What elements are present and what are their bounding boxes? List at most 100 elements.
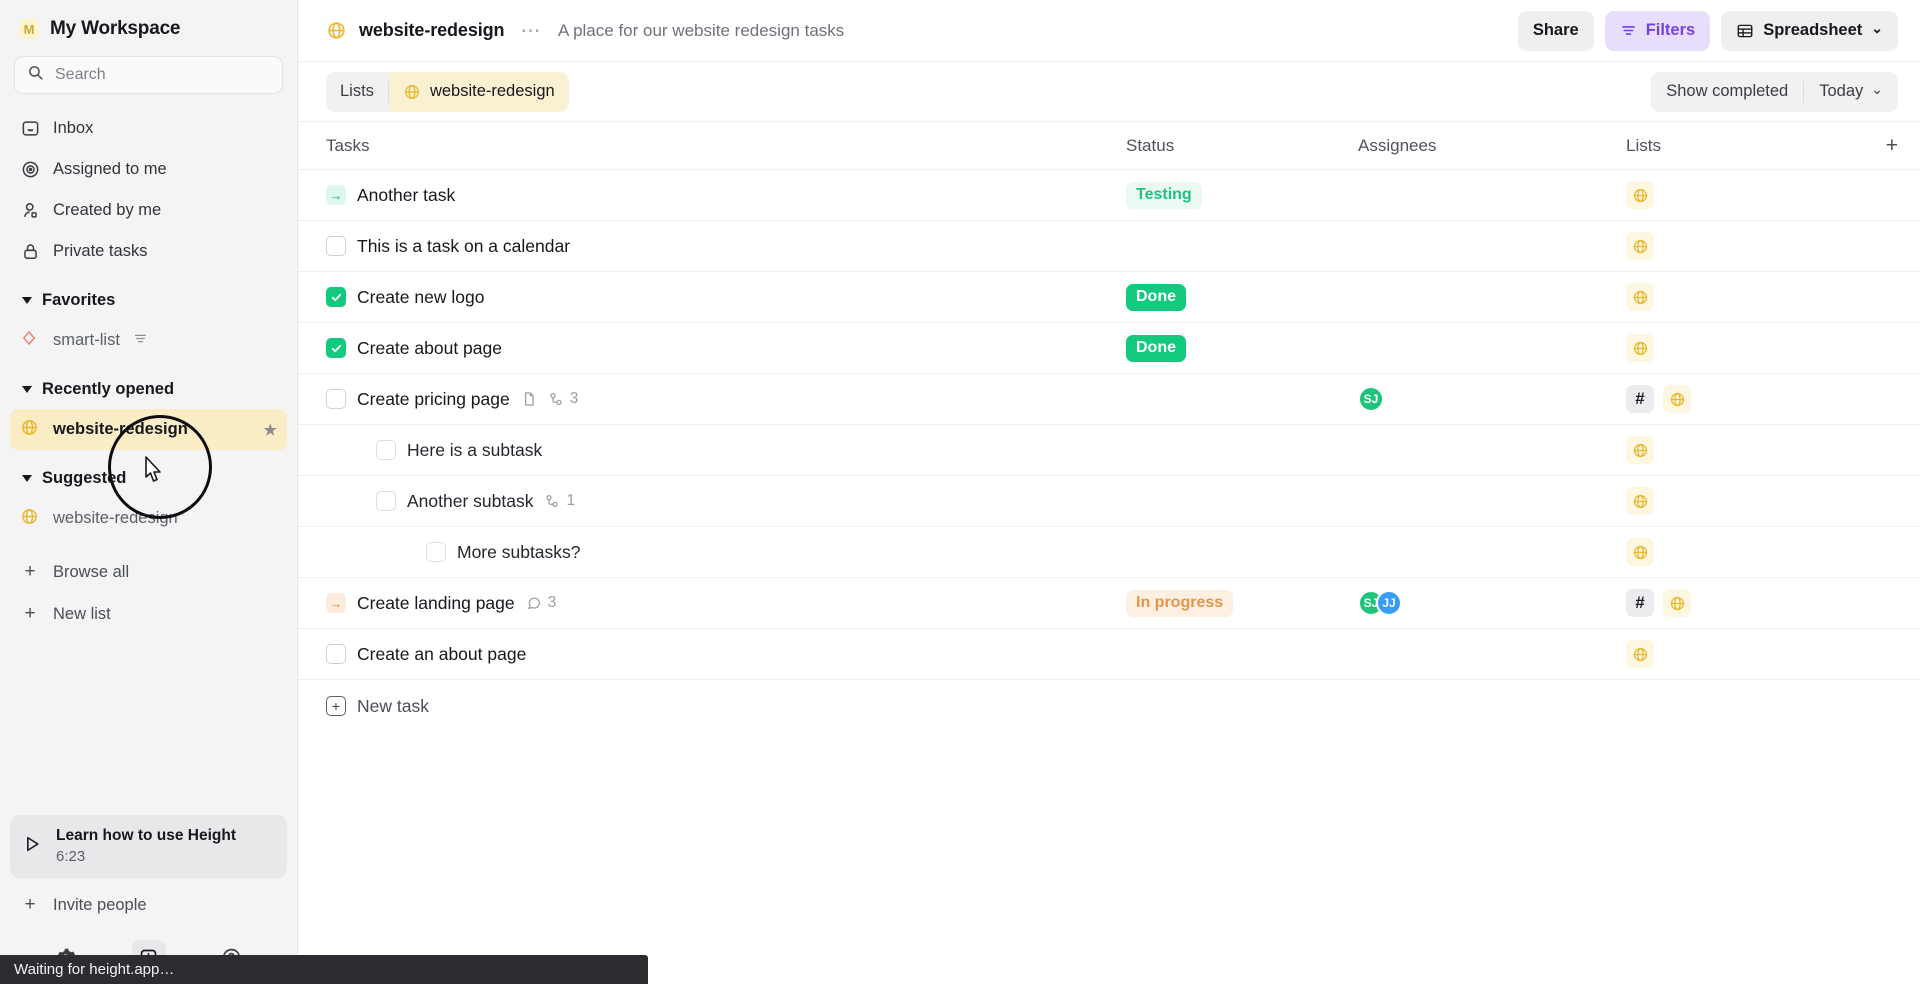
browse-all-button[interactable]: + Browse all (10, 551, 287, 593)
globe-icon[interactable] (1626, 538, 1654, 566)
subtask-count[interactable]: 3 (548, 390, 579, 408)
task-checkbox[interactable] (326, 644, 346, 664)
avatar[interactable]: JJ (1376, 590, 1402, 616)
task-checkbox[interactable] (326, 236, 346, 256)
table-row[interactable]: Create new logo Done (298, 272, 1920, 323)
filter-icon (133, 331, 148, 351)
sidebar-item-label: smart-list (53, 331, 120, 350)
lists-cell[interactable] (1626, 487, 1858, 515)
sidebar-item-website-redesign-recent[interactable]: website-redesign ★ (10, 409, 287, 450)
browse-all-label: Browse all (53, 563, 129, 582)
table-row[interactable]: Here is a subtask (298, 425, 1920, 476)
new-task-button[interactable]: + New task (298, 680, 1920, 732)
section-suggested[interactable]: Suggested (10, 458, 287, 498)
subtask-count-label: 3 (570, 390, 579, 408)
avatar-group[interactable]: SJ (1358, 386, 1384, 412)
sidebar-item-assigned-to-me[interactable]: Assigned to me (10, 149, 287, 190)
search-box[interactable] (14, 56, 283, 94)
task-state-arrow-icon[interactable]: → (326, 593, 346, 613)
sidebar-item-website-redesign-suggested[interactable]: website-redesign (10, 498, 287, 539)
table-row[interactable]: More subtasks? (298, 527, 1920, 578)
share-button[interactable]: Share (1518, 11, 1594, 51)
target-icon (20, 160, 40, 180)
status-badge[interactable]: In progress (1126, 590, 1233, 617)
table-row[interactable]: Another subtask 1 (298, 476, 1920, 527)
primary-nav: Inbox Assigned to me Created by me Priva… (0, 106, 297, 272)
workspace-header[interactable]: M My Workspace (0, 0, 297, 50)
lists-cell[interactable] (1626, 181, 1858, 209)
lists-cell[interactable] (1626, 283, 1858, 311)
avatar[interactable]: SJ (1358, 386, 1384, 412)
task-checkbox[interactable] (376, 440, 396, 460)
status-badge[interactable]: Done (1126, 335, 1186, 362)
section-recently-opened[interactable]: Recently opened (10, 369, 287, 409)
lists-cell[interactable] (1626, 538, 1858, 566)
globe-icon[interactable] (1663, 589, 1691, 617)
lists-cell[interactable] (1626, 334, 1858, 362)
sidebar-item-inbox[interactable]: Inbox (10, 108, 287, 149)
globe-icon[interactable] (1626, 283, 1654, 311)
plus-icon: + (20, 894, 40, 916)
segment-website-redesign[interactable]: website-redesign (389, 72, 569, 112)
segment-label: Lists (340, 82, 374, 101)
lists-cell[interactable]: # (1626, 385, 1858, 413)
globe-icon[interactable] (1663, 385, 1691, 413)
globe-icon (20, 507, 40, 531)
filters-button[interactable]: Filters (1605, 11, 1711, 51)
assignee-cell[interactable]: SJ JJ (1358, 590, 1626, 616)
table-row[interactable]: → Create landing page 3 In progress SJ J… (298, 578, 1920, 629)
table-row[interactable]: Create pricing page 3 SJ # (298, 374, 1920, 425)
inbox-icon (20, 119, 40, 139)
globe-icon[interactable] (1626, 181, 1654, 209)
task-checkbox[interactable] (426, 542, 446, 562)
task-checkbox[interactable] (376, 491, 396, 511)
task-checkbox-checked[interactable] (326, 338, 346, 358)
avatar-group[interactable]: SJ JJ (1358, 590, 1402, 616)
subtask-count[interactable]: 1 (544, 492, 575, 510)
lists-cell[interactable] (1626, 436, 1858, 464)
favorite-star-icon[interactable]: ★ (264, 421, 277, 439)
lists-cell[interactable]: # (1626, 589, 1858, 617)
assignee-cell[interactable]: SJ (1358, 386, 1626, 412)
lists-cell[interactable] (1626, 640, 1858, 668)
add-column-button[interactable]: + (1858, 134, 1898, 158)
globe-icon[interactable] (1626, 232, 1654, 260)
date-filter-dropdown[interactable]: Today ⌄ (1804, 72, 1898, 112)
task-state-arrow-icon[interactable]: → (326, 185, 346, 205)
more-options-button[interactable]: ⋯ (516, 25, 546, 37)
show-completed-toggle[interactable]: Show completed (1651, 72, 1803, 112)
document-icon[interactable] (521, 391, 537, 407)
new-list-label: New list (53, 605, 111, 624)
segment-label: website-redesign (430, 82, 555, 101)
globe-icon[interactable] (1626, 640, 1654, 668)
lists-cell[interactable] (1626, 232, 1858, 260)
task-checkbox[interactable] (326, 389, 346, 409)
segment-lists[interactable]: Lists (326, 72, 388, 112)
learn-height-card[interactable]: Learn how to use Height 6:23 (10, 815, 287, 878)
status-badge[interactable]: Testing (1126, 182, 1202, 209)
new-list-button[interactable]: + New list (10, 593, 287, 635)
sidebar-item-private-tasks[interactable]: Private tasks (10, 231, 287, 272)
hash-icon[interactable]: # (1626, 385, 1654, 413)
invite-people-button[interactable]: + Invite people (10, 884, 287, 926)
sidebar-item-created-by-me[interactable]: Created by me (10, 190, 287, 231)
task-checkbox-checked[interactable] (326, 287, 346, 307)
section-favorites[interactable]: Favorites (10, 280, 287, 320)
globe-icon[interactable] (1626, 436, 1654, 464)
table-row[interactable]: This is a task on a calendar (298, 221, 1920, 272)
status-badge[interactable]: Done (1126, 284, 1186, 311)
globe-icon[interactable] (1626, 487, 1654, 515)
sidebar-item-smart-list[interactable]: smart-list (10, 320, 287, 361)
invite-people-label: Invite people (53, 896, 147, 915)
table-header-row: Tasks Status Assignees Lists + (298, 122, 1920, 170)
spreadsheet-icon (1736, 22, 1754, 40)
search-input[interactable] (55, 66, 270, 84)
table-row[interactable]: Create about page Done (298, 323, 1920, 374)
globe-icon[interactable] (1626, 334, 1654, 362)
table-row[interactable]: Create an about page (298, 629, 1920, 680)
table-row[interactable]: → Another task Testing (298, 170, 1920, 221)
hash-icon[interactable]: # (1626, 589, 1654, 617)
view-switcher-button[interactable]: Spreadsheet ⌄ (1721, 11, 1898, 51)
share-label: Share (1533, 21, 1579, 40)
comment-count[interactable]: 3 (526, 594, 557, 612)
